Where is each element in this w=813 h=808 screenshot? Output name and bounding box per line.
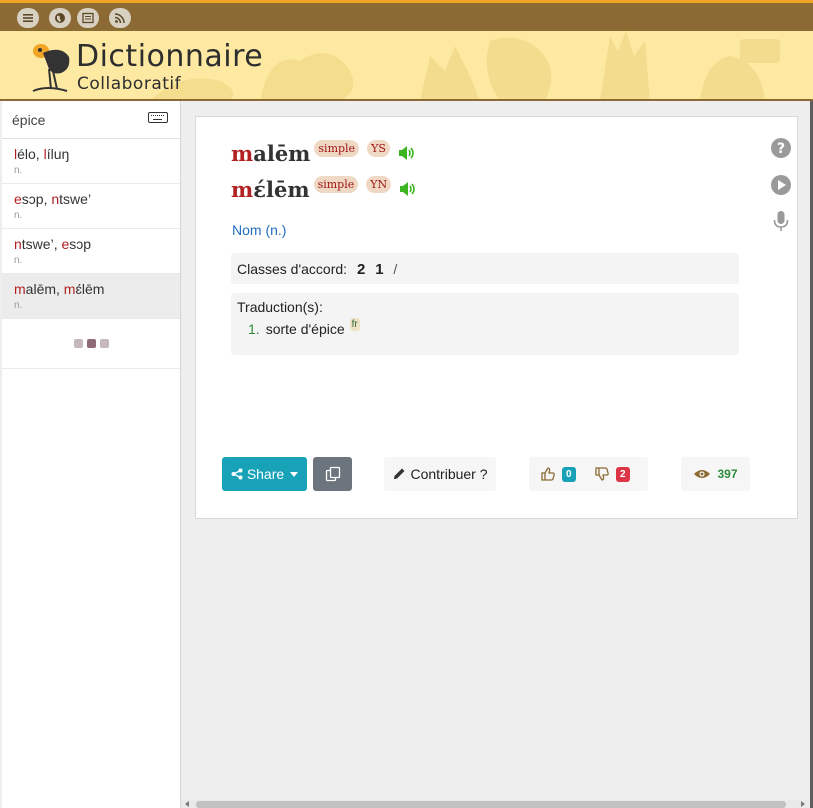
entry-word: lélo, líluŋ bbox=[14, 146, 70, 162]
entry-pos: n. bbox=[14, 300, 23, 311]
top-bar bbox=[0, 0, 813, 31]
headword: malēm bbox=[231, 140, 311, 166]
logo-icon bbox=[32, 44, 70, 92]
dialect-badge: YS bbox=[367, 139, 390, 157]
copy-button[interactable] bbox=[313, 457, 352, 491]
chevron-down-icon bbox=[290, 471, 299, 477]
upvote-count: 0 bbox=[562, 466, 576, 482]
entry-card: malēm simple YS mɛ́lēm simple YN ? Nom (… bbox=[195, 116, 798, 519]
pencil-icon bbox=[394, 468, 405, 479]
svg-text:?: ? bbox=[777, 141, 785, 157]
share-icon bbox=[231, 468, 243, 480]
translations-label: Traduction(s): bbox=[237, 299, 323, 315]
help-icon[interactable]: ? bbox=[770, 137, 792, 159]
thumbs-up-icon bbox=[541, 467, 555, 481]
entry-word: malēm, mɛ́lēm bbox=[14, 281, 105, 297]
copy-icon bbox=[325, 466, 340, 482]
contribute-button[interactable]: Contribuer ? bbox=[384, 457, 496, 491]
sidebar: épice lélo, líluŋ n. esɔp, ntswe’ n. nts… bbox=[2, 101, 181, 808]
entry-word: esɔp, ntswe’ bbox=[14, 191, 92, 207]
search-value: épice bbox=[12, 111, 46, 128]
share-button[interactable]: Share bbox=[222, 457, 307, 491]
dialect-badge: YN bbox=[366, 175, 392, 193]
list-item[interactable]: ntswe’, esɔp n. bbox=[2, 229, 180, 274]
scroll-right-icon[interactable] bbox=[801, 801, 805, 807]
menu-icon bbox=[23, 14, 33, 22]
translation-item: 1. sorte d'épice fr bbox=[248, 317, 733, 337]
site-subtitle: Collaboratif bbox=[77, 74, 182, 94]
globe-button[interactable] bbox=[49, 8, 71, 28]
class-separator: / bbox=[393, 261, 398, 277]
translations-box: Traduction(s): 1. sorte d'épice fr bbox=[231, 293, 739, 355]
entry-word: ntswe’, esɔp bbox=[14, 236, 92, 252]
entry-pos: n. bbox=[14, 210, 23, 221]
views-counter: 397 bbox=[681, 457, 750, 491]
list-item[interactable]: esɔp, ntswe’ n. bbox=[2, 184, 180, 229]
loading-indicator bbox=[2, 319, 180, 369]
search-input[interactable]: épice bbox=[2, 101, 180, 139]
headword-tag: simple bbox=[313, 175, 359, 193]
list-item-selected[interactable]: malēm, mɛ́lēm n. bbox=[2, 274, 180, 319]
headword-tag: simple bbox=[314, 139, 360, 157]
speaker-icon[interactable] bbox=[399, 181, 417, 197]
downvote-count: 2 bbox=[616, 466, 630, 482]
entry-pos: n. bbox=[14, 165, 23, 176]
list-icon bbox=[82, 12, 94, 24]
headword-row: malēm simple YS bbox=[231, 139, 416, 167]
views-count: 397 bbox=[717, 467, 738, 481]
play-icon[interactable] bbox=[770, 174, 792, 196]
rss-icon bbox=[114, 13, 125, 24]
site-title: Dictionnaire bbox=[76, 39, 264, 74]
share-label: Share bbox=[246, 466, 285, 482]
language-badge: fr bbox=[349, 317, 360, 331]
contribute-label: Contribuer ? bbox=[410, 466, 488, 482]
speaker-icon[interactable] bbox=[398, 145, 416, 161]
headword: mɛ́lēm bbox=[231, 176, 310, 202]
downvote-button[interactable]: 2 bbox=[594, 457, 630, 491]
rss-button[interactable] bbox=[109, 8, 131, 28]
list-item[interactable]: lélo, líluŋ n. bbox=[2, 139, 180, 184]
menu-button[interactable] bbox=[17, 8, 39, 28]
globe-icon bbox=[55, 13, 65, 23]
keyboard-icon[interactable] bbox=[148, 112, 168, 123]
agreement-classes: Classes d'accord: 2 1 / bbox=[231, 253, 739, 284]
votes-group: 0 2 bbox=[529, 457, 648, 491]
classes-label: Classes d'accord: bbox=[237, 261, 348, 277]
part-of-speech: Nom (n.) bbox=[232, 222, 287, 238]
entry-pos: n. bbox=[14, 255, 23, 266]
headword-row: mɛ́lēm simple YN bbox=[231, 175, 417, 203]
scroll-left-icon[interactable] bbox=[185, 801, 189, 807]
class-value: 2 bbox=[356, 261, 366, 278]
microphone-icon[interactable] bbox=[770, 210, 792, 232]
thumbs-down-icon bbox=[595, 467, 609, 481]
scrollbar-thumb[interactable] bbox=[196, 801, 786, 808]
site-header: Dictionnaire Collaboratif bbox=[0, 31, 813, 101]
upvote-button[interactable]: 0 bbox=[540, 457, 576, 491]
list-button[interactable] bbox=[77, 8, 99, 28]
translation-number: 1. bbox=[248, 321, 260, 337]
translation-text: sorte d'épice bbox=[265, 321, 345, 337]
eye-icon bbox=[694, 470, 711, 478]
horizontal-scrollbar[interactable] bbox=[181, 800, 813, 808]
class-value: 1 bbox=[375, 261, 384, 278]
